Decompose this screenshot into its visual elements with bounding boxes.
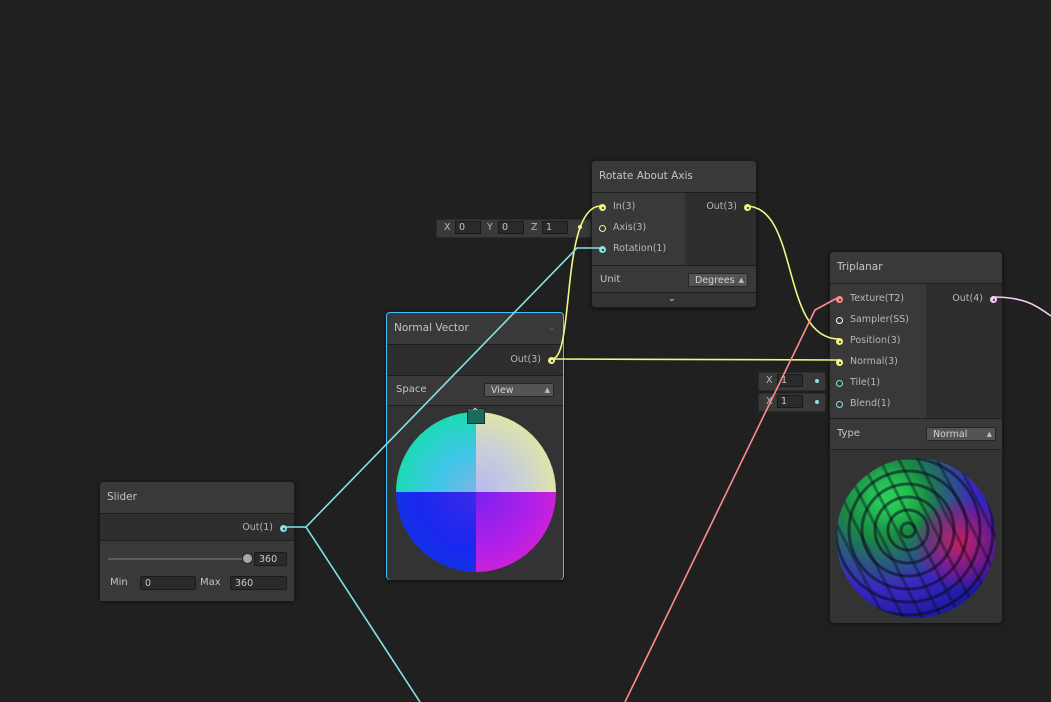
unit-label: Unit — [600, 274, 621, 285]
slider-node-settings: 360 Min 0 Max 360 — [100, 540, 294, 601]
slider-port-out[interactable]: Out(1) — [194, 518, 294, 538]
sphere-pattern-2 — [836, 458, 996, 618]
min-field[interactable]: 0 — [140, 576, 196, 590]
blend-inline-port-dot[interactable] — [815, 400, 819, 404]
slider-track[interactable] — [108, 558, 248, 560]
chevron-down-icon[interactable]: ⌄ — [547, 313, 555, 343]
slider-out-dot[interactable] — [280, 525, 287, 532]
rotate-node-settings: Unit Degrees ▲ — [592, 265, 756, 294]
blend-inline-vector: X 1 — [758, 393, 826, 412]
normal-preview-sphere — [396, 412, 556, 572]
port-in-label: In(3) — [613, 201, 636, 212]
updown-arrows-icon: ▲ — [738, 276, 744, 284]
triplanar-out-label: Out(4) — [952, 293, 983, 304]
slider-thumb[interactable] — [242, 553, 253, 564]
chevron-up-icon[interactable]: ⌃ — [471, 407, 479, 418]
normal-vector-node[interactable]: Normal Vector ⌄ Out(3) Space View ▲ ⌃ — [386, 312, 564, 580]
sphere-quadrant-bl — [396, 492, 476, 572]
triplanar-preview-area — [830, 449, 1002, 623]
texture-port-label: Texture(T2) — [850, 293, 905, 304]
updown-arrows-icon: ▲ — [544, 386, 550, 394]
triplanar-port-out[interactable]: Out(4) — [926, 289, 1004, 309]
min-label: Min — [110, 577, 128, 588]
normal-node-ports: Out(3) — [387, 345, 563, 375]
axis-y-label: Y — [487, 222, 493, 233]
type-dropdown[interactable]: Normal ▲ — [926, 427, 996, 441]
tile-x-field[interactable]: 1 — [777, 374, 803, 387]
chevron-down-icon[interactable]: ⌄ — [668, 293, 676, 305]
space-dropdown[interactable]: View ▲ — [484, 383, 554, 397]
blend-x-label: X — [766, 396, 773, 407]
blend-x-field[interactable]: 1 — [777, 395, 803, 408]
updown-arrows-icon: ▲ — [986, 430, 992, 438]
port-rotation-label: Rotation(1) — [613, 243, 667, 254]
tile-inline-vector: X 1 — [758, 372, 826, 391]
axis-inline-vector: X 0 Y 0 Z 1 — [436, 219, 592, 238]
texture-port-dot[interactable] — [836, 296, 843, 303]
space-label: Space — [396, 384, 427, 395]
triplanar-node-ports: Texture(T2) Sampler(SS) Position(3) Norm… — [830, 284, 1002, 418]
axis-z-field[interactable]: 1 — [542, 221, 568, 234]
type-dropdown-value: Normal — [933, 429, 968, 440]
rotate-collapse-bar[interactable]: ⌄ — [592, 292, 756, 307]
position-port-dot[interactable] — [836, 338, 843, 345]
triplanar-node[interactable]: Triplanar Texture(T2) Sampler(SS) Positi… — [829, 251, 1003, 623]
normal-node-title[interactable]: Normal Vector ⌄ — [387, 313, 563, 345]
tile-port-dot[interactable] — [836, 380, 843, 387]
type-label: Type — [837, 428, 860, 439]
axis-y-field[interactable]: 0 — [498, 221, 524, 234]
normal-out-dot[interactable] — [548, 357, 555, 364]
triplanar-node-settings: Type Normal ▲ — [830, 418, 1002, 450]
axis-x-field[interactable]: 0 — [455, 221, 481, 234]
port-out-dot[interactable] — [744, 204, 751, 211]
port-out-label: Out(3) — [706, 201, 737, 212]
rotate-port-out[interactable]: Out(3) — [685, 197, 758, 217]
slider-node-title[interactable]: Slider — [100, 482, 294, 514]
sphere-quadrant-tr — [476, 412, 556, 492]
sphere-quadrant-br — [476, 492, 556, 572]
axis-z-label: Z — [531, 222, 538, 233]
rotate-node-title[interactable]: Rotate About Axis — [592, 161, 756, 193]
normal-node-title-text: Normal Vector — [394, 322, 469, 334]
slider-node[interactable]: Slider Out(1) 360 Min 0 Max 360 — [99, 481, 295, 601]
sampler-port-dot[interactable] — [836, 317, 843, 324]
normal-node-settings: Space View ▲ — [387, 375, 563, 404]
rotate-about-axis-node[interactable]: Rotate About Axis In(3) Axis(3) Rotation… — [591, 160, 757, 308]
rotate-node-ports: In(3) Axis(3) Rotation(1) Out(3) — [592, 193, 756, 265]
unit-dropdown[interactable]: Degrees ▲ — [688, 273, 748, 287]
normal-preview-toggle[interactable]: ⌃ — [467, 407, 485, 424]
blend-port-dot[interactable] — [836, 401, 843, 408]
tile-x-label: X — [766, 375, 773, 386]
tile-inline-port-dot[interactable] — [815, 379, 819, 383]
sampler-port-label: Sampler(SS) — [850, 314, 909, 325]
slider-value-field[interactable]: 360 — [254, 552, 287, 566]
port-axis-label: Axis(3) — [613, 222, 647, 233]
wire-normal-to-triplanar-normal[interactable] — [551, 358, 840, 361]
normal-port-label: Normal(3) — [850, 356, 898, 367]
axis-inline-port-dot[interactable] — [578, 225, 582, 229]
normal-preview-area: ⌃ — [387, 405, 563, 580]
axis-x-label: X — [444, 222, 451, 233]
space-dropdown-value: View — [491, 385, 514, 396]
triplanar-node-title[interactable]: Triplanar — [830, 252, 1002, 284]
blend-port-label: Blend(1) — [850, 398, 891, 409]
normal-port-dot[interactable] — [836, 359, 843, 366]
port-in-dot[interactable] — [599, 204, 606, 211]
max-field[interactable]: 360 — [230, 576, 287, 590]
normal-out-label: Out(3) — [510, 354, 541, 365]
port-axis-dot[interactable] — [599, 225, 606, 232]
triplanar-out-dot[interactable] — [990, 296, 997, 303]
unit-dropdown-value: Degrees — [695, 275, 735, 286]
slider-out-label: Out(1) — [242, 522, 273, 533]
triplanar-preview-sphere — [836, 458, 996, 618]
sphere-quadrant-tl — [396, 412, 476, 492]
slider-node-ports: Out(1) — [100, 514, 294, 540]
max-label: Max — [200, 577, 221, 588]
tile-port-label: Tile(1) — [850, 377, 881, 388]
port-rotation-dot[interactable] — [599, 246, 606, 253]
position-port-label: Position(3) — [850, 335, 901, 346]
wire-rotate-to-triplanar-position[interactable] — [745, 205, 840, 340]
normal-port-out[interactable]: Out(3) — [463, 350, 563, 370]
wire-texture-to-triplanar[interactable] — [624, 296, 840, 702]
